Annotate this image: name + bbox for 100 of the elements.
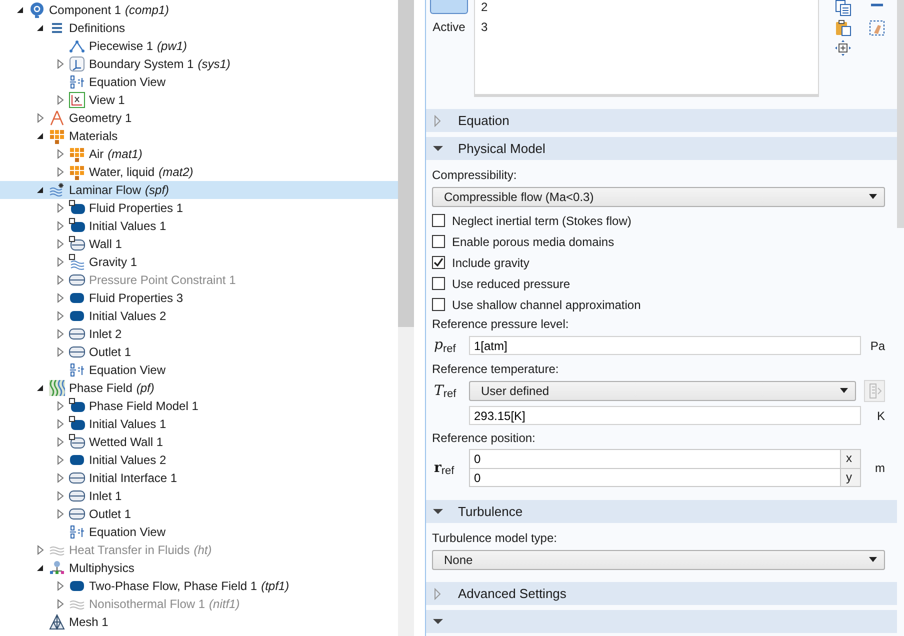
item-label: Fluid Properties 3: [89, 290, 184, 307]
caret-icon: [839, 388, 849, 394]
tree-item[interactable]: Boundary System 1 (sys1): [0, 55, 398, 73]
section-header[interactable]: Turbulence: [426, 500, 897, 523]
vector-field[interactable]: 0 x 0 y: [469, 449, 861, 487]
tree-item[interactable]: Multiphysics: [0, 559, 398, 577]
field-label: Reference temperature:: [432, 361, 560, 378]
field-label: Reference pressure level:: [432, 316, 570, 333]
section-header[interactable]: Physical Model: [426, 137, 897, 160]
copy-icon[interactable]: [835, 0, 851, 16]
tree-item[interactable]: Outlet 1: [0, 343, 398, 361]
domain-icon: [69, 200, 85, 216]
tree-item[interactable]: Wall 1: [0, 235, 398, 253]
tree-item[interactable]: Inlet 2: [0, 325, 398, 343]
item-tag: (pw1): [157, 37, 188, 55]
tree-item[interactable]: Air (mat1): [0, 145, 398, 163]
caret-icon: [868, 557, 878, 563]
unit-label: K: [876, 408, 885, 424]
dropdown[interactable]: User defined: [469, 381, 856, 401]
tree-item[interactable]: Initial Values 2: [0, 307, 398, 325]
tree-item[interactable]: Equation View: [0, 361, 398, 379]
tree-item[interactable]: Initial Interface 1: [0, 469, 398, 487]
tree-item[interactable]: Geometry 1: [0, 109, 398, 127]
tree-item[interactable]: Mesh 1: [0, 613, 398, 631]
item-label: Definitions: [69, 20, 126, 37]
list-item[interactable]: 3: [481, 20, 812, 40]
tree-item[interactable]: Equation View: [0, 523, 398, 541]
item-label: Wall 1: [89, 236, 122, 253]
item-tag: (ht): [194, 541, 212, 559]
checkbox[interactable]: Enable porous media domains: [432, 231, 614, 252]
item-label: Materials: [69, 128, 118, 145]
item-tag: (nitf1): [209, 595, 240, 613]
dropdown[interactable]: None: [432, 550, 885, 570]
unit-label: m: [874, 460, 885, 477]
boundary-icon: [69, 236, 85, 252]
tree-item[interactable]: Gravity 1: [0, 253, 398, 271]
item-label: Mesh 1: [69, 614, 108, 631]
move-icon[interactable]: [835, 40, 851, 56]
nodes-icon: [49, 560, 65, 576]
item-label: Inlet 2: [89, 326, 122, 343]
field-label: Turbulence model type:: [432, 530, 558, 547]
tree-item[interactable]: Inlet 1: [0, 487, 398, 505]
domain-icon: [69, 308, 85, 324]
checkbox[interactable]: Include gravity: [432, 252, 530, 273]
active-button[interactable]: [430, 0, 468, 14]
tree-item[interactable]: Laminar Flow (spf): [0, 181, 398, 199]
tree-item[interactable]: Equation View: [0, 73, 398, 91]
boundary-icon: [69, 344, 85, 360]
tree-item[interactable]: View 1: [0, 91, 398, 109]
paste-icon[interactable]: [835, 20, 851, 36]
tree-item[interactable]: Fluid Properties 1: [0, 199, 398, 217]
tree-item[interactable]: Water, liquid (mat2): [0, 163, 398, 181]
checkbox[interactable]: Use shallow channel approximation: [432, 294, 641, 315]
dropdown[interactable]: Compressible flow (Ma<0.3): [432, 187, 885, 207]
list-item[interactable]: 2: [481, 0, 812, 20]
section-header[interactable]: Advanced Settings: [426, 582, 897, 605]
text-field[interactable]: 1[atm]: [469, 336, 861, 355]
item-label: Component 1: [49, 2, 122, 19]
tree-item[interactable]: Initial Values 1: [0, 217, 398, 235]
tree-item[interactable]: Two-Phase Flow, Phase Field 1 (tpf1): [0, 577, 398, 595]
checkbox[interactable]: Neglect inertial term (Stokes flow): [432, 210, 632, 231]
item-label: Pressure Point Constraint 1: [89, 272, 236, 289]
tree-item[interactable]: Component 1 (comp1): [0, 1, 398, 19]
tree-item[interactable]: Outlet 1: [0, 505, 398, 523]
head-icon: [29, 2, 45, 18]
unit-label: Pa: [869, 338, 885, 354]
tree-item[interactable]: Wetted Wall 1: [0, 433, 398, 451]
item-label: Heat Transfer in Fluids: [69, 542, 190, 559]
item-label: Wetted Wall 1: [89, 434, 164, 451]
item-tag: (comp1): [125, 1, 170, 19]
checkbox[interactable]: Use reduced pressure: [432, 273, 570, 294]
text-field[interactable]: 293.15[K]: [469, 406, 861, 425]
tree-item[interactable]: Piecewise 1 (pw1): [0, 37, 398, 55]
button-label: Active: [432, 19, 466, 36]
brush-icon[interactable]: [869, 20, 885, 36]
tree-item[interactable]: Definitions: [0, 19, 398, 37]
tree-item[interactable]: Materials: [0, 127, 398, 145]
tree-item[interactable]: Initial Values 1: [0, 415, 398, 433]
tree-item[interactable]: Phase Field (pf): [0, 379, 398, 397]
caret-icon: [868, 194, 878, 200]
domain-icon: [69, 578, 85, 594]
scrollbar-thumb[interactable]: [398, 0, 414, 327]
axes-icon: [69, 56, 85, 72]
item-label: Phase Field Model 1: [89, 398, 198, 415]
item-label: Air: [89, 146, 104, 163]
tree-item[interactable]: Phase Field Model 1: [0, 397, 398, 415]
tree-item[interactable]: Initial Values 2: [0, 451, 398, 469]
item-label: Nonisothermal Flow 1: [89, 596, 206, 613]
blocks-icon: [69, 146, 85, 162]
document-icon: [868, 383, 882, 399]
section-header[interactable]: Equation: [426, 109, 897, 132]
item-tag: (tpf1): [261, 577, 290, 595]
check-icon: [433, 257, 444, 268]
variable-symbol: r$_{ref}$: [433, 458, 456, 478]
tree-item[interactable]: Fluid Properties 3: [0, 289, 398, 307]
waves-icon: [49, 182, 65, 198]
item-label: Gravity 1: [89, 254, 138, 271]
item-tag: (pf): [136, 379, 154, 397]
scrollbar-thumb[interactable]: [897, 0, 904, 228]
axis-label: y: [840, 469, 860, 486]
